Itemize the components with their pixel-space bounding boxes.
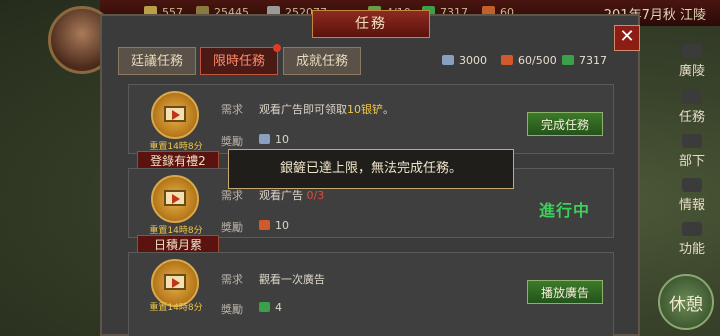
task-row: 重置14時8分 需求 觀看一次廣告 獎勵 4 播放廣告 xyxy=(128,252,614,336)
side-item-functions[interactable]: 功能 xyxy=(674,222,710,257)
task-row: 重置14時8分 登錄有禮2 需求 观看广告即可领取10银铲。 獎勵 10 完成任… xyxy=(128,84,614,171)
play-icon xyxy=(172,278,180,288)
side-item-guangling[interactable]: 廣陵 xyxy=(674,44,710,79)
token-icon xyxy=(259,220,270,230)
play-ad-button[interactable]: 播放廣告 xyxy=(527,280,603,304)
intel-icon xyxy=(682,178,702,192)
requirement-label: 需求 xyxy=(221,273,243,286)
video-medal-icon xyxy=(151,91,199,139)
progress-count: 0/3 xyxy=(306,189,325,202)
jade-icon xyxy=(562,55,574,65)
reward-label: 獎勵 xyxy=(221,221,243,234)
side-item-officers[interactable]: 部下 xyxy=(674,134,710,169)
gear-icon xyxy=(682,222,702,236)
requirement-label: 需求 xyxy=(221,189,243,202)
tab-limited-quests[interactable]: 限時任務 xyxy=(200,44,281,75)
notification-dot xyxy=(273,44,281,52)
reward-value: 10 xyxy=(259,133,289,146)
complete-task-button[interactable]: 完成任務 xyxy=(527,112,603,136)
side-item-intel[interactable]: 情報 xyxy=(674,178,710,213)
rest-button[interactable]: 休憩 xyxy=(658,274,714,330)
video-medal-icon xyxy=(151,175,199,223)
tab-court-quests[interactable]: 廷議任務 xyxy=(118,47,196,75)
requirement-text: 观看广告即可领取10银铲。 xyxy=(259,103,394,116)
token-icon xyxy=(501,55,513,65)
reset-timer: 重置14時8分 xyxy=(149,303,203,313)
panel-title: 任務 xyxy=(312,10,430,38)
reward-label: 獎勵 xyxy=(221,303,243,316)
requirement-text: 观看广告 0/3 xyxy=(259,189,325,202)
shovel-icon xyxy=(259,134,270,144)
status-in-progress: 進行中 xyxy=(539,201,591,220)
toast-message: 銀鏟已達上限，無法完成任務。 xyxy=(228,149,514,189)
play-icon xyxy=(172,110,180,120)
quest-icon xyxy=(682,90,702,104)
city-icon xyxy=(682,44,702,58)
jade-stat: 7317 xyxy=(562,54,607,67)
reward-value: 4 xyxy=(259,301,282,314)
shovel-stat: 3000 xyxy=(442,54,487,67)
tab-achievement-quests[interactable]: 成就任務 xyxy=(283,47,361,75)
requirement-label: 需求 xyxy=(221,103,243,116)
reward-label: 獎勵 xyxy=(221,135,243,148)
side-item-quest[interactable]: 任務 xyxy=(674,90,710,125)
token-stat: 60/500 xyxy=(501,54,557,67)
requirement-text: 觀看一次廣告 xyxy=(259,273,325,286)
reward-value: 10 xyxy=(259,219,289,232)
shovel-icon xyxy=(442,55,454,65)
close-button[interactable]: ✕ xyxy=(614,25,640,51)
play-icon xyxy=(172,194,180,204)
jade-icon xyxy=(259,302,270,312)
officer-icon xyxy=(682,134,702,148)
